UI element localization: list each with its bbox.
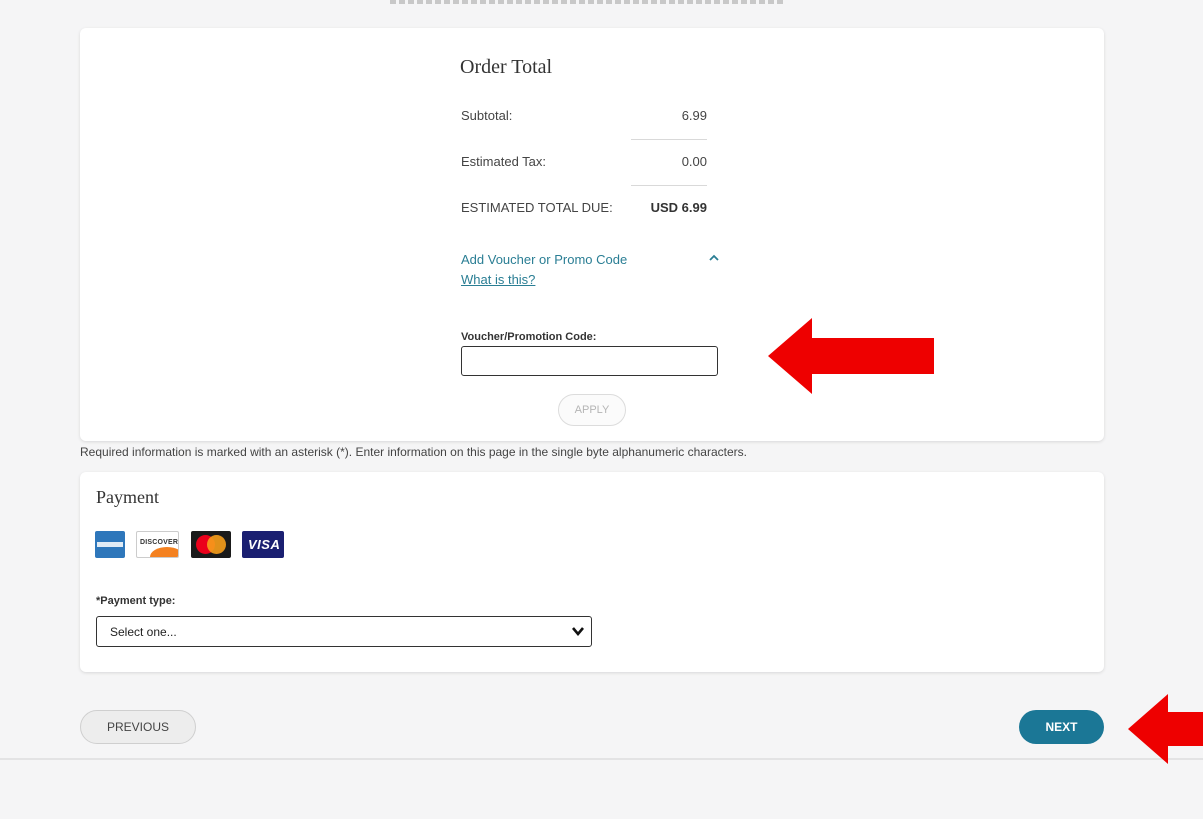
total-row: ESTIMATED TOTAL DUE: USD 6.99: [461, 186, 707, 232]
discover-icon: DISCOVER: [136, 531, 179, 558]
footer-divider: [0, 758, 1203, 760]
payment-card: Payment DISCOVER VISA *Payment type: Sel…: [80, 472, 1104, 672]
order-total-card: Order Total Subtotal: 6.99 Estimated Tax…: [80, 28, 1104, 441]
header-strip: [0, 0, 1203, 16]
apply-button[interactable]: APPLY: [558, 394, 626, 426]
mastercard-icon: [191, 531, 231, 558]
subtotal-value: 6.99: [681, 108, 707, 123]
payment-title: Payment: [96, 487, 159, 507]
order-total-title: Order Total: [460, 56, 553, 78]
total-value: USD 6.99: [650, 200, 707, 215]
voucher-code-label: Voucher/Promotion Code:: [461, 331, 597, 343]
add-voucher-link[interactable]: Add Voucher or Promo Code: [461, 252, 627, 267]
subtotal-label: Subtotal:: [461, 108, 513, 123]
voucher-code-input[interactable]: [461, 346, 718, 376]
total-label: ESTIMATED TOTAL DUE:: [461, 200, 613, 215]
chevron-up-icon[interactable]: [707, 251, 721, 263]
required-info-note: Required information is marked with an a…: [80, 445, 747, 459]
subtotal-row: Subtotal: 6.99: [461, 94, 707, 140]
visa-text: VISA: [248, 537, 281, 552]
cropped-header-text: [390, 0, 785, 4]
annotation-arrow-icon: [768, 318, 934, 394]
previous-button[interactable]: PREVIOUS: [80, 710, 196, 744]
annotation-arrow-icon: [1128, 694, 1203, 764]
what-is-this-link[interactable]: What is this?: [461, 272, 535, 287]
next-button[interactable]: NEXT: [1019, 710, 1104, 744]
tax-value: 0.00: [681, 154, 707, 169]
payment-type-label: *Payment type:: [96, 595, 176, 607]
discover-text: DISCOVER: [140, 539, 179, 546]
tax-row: Estimated Tax: 0.00: [461, 140, 707, 186]
visa-icon: VISA: [242, 531, 284, 558]
payment-type-select[interactable]: Select one...: [96, 616, 592, 647]
amex-icon: [95, 531, 125, 558]
tax-label: Estimated Tax:: [461, 154, 547, 169]
payment-type-selected: Select one...: [110, 625, 177, 639]
chevron-down-icon: [571, 624, 585, 638]
